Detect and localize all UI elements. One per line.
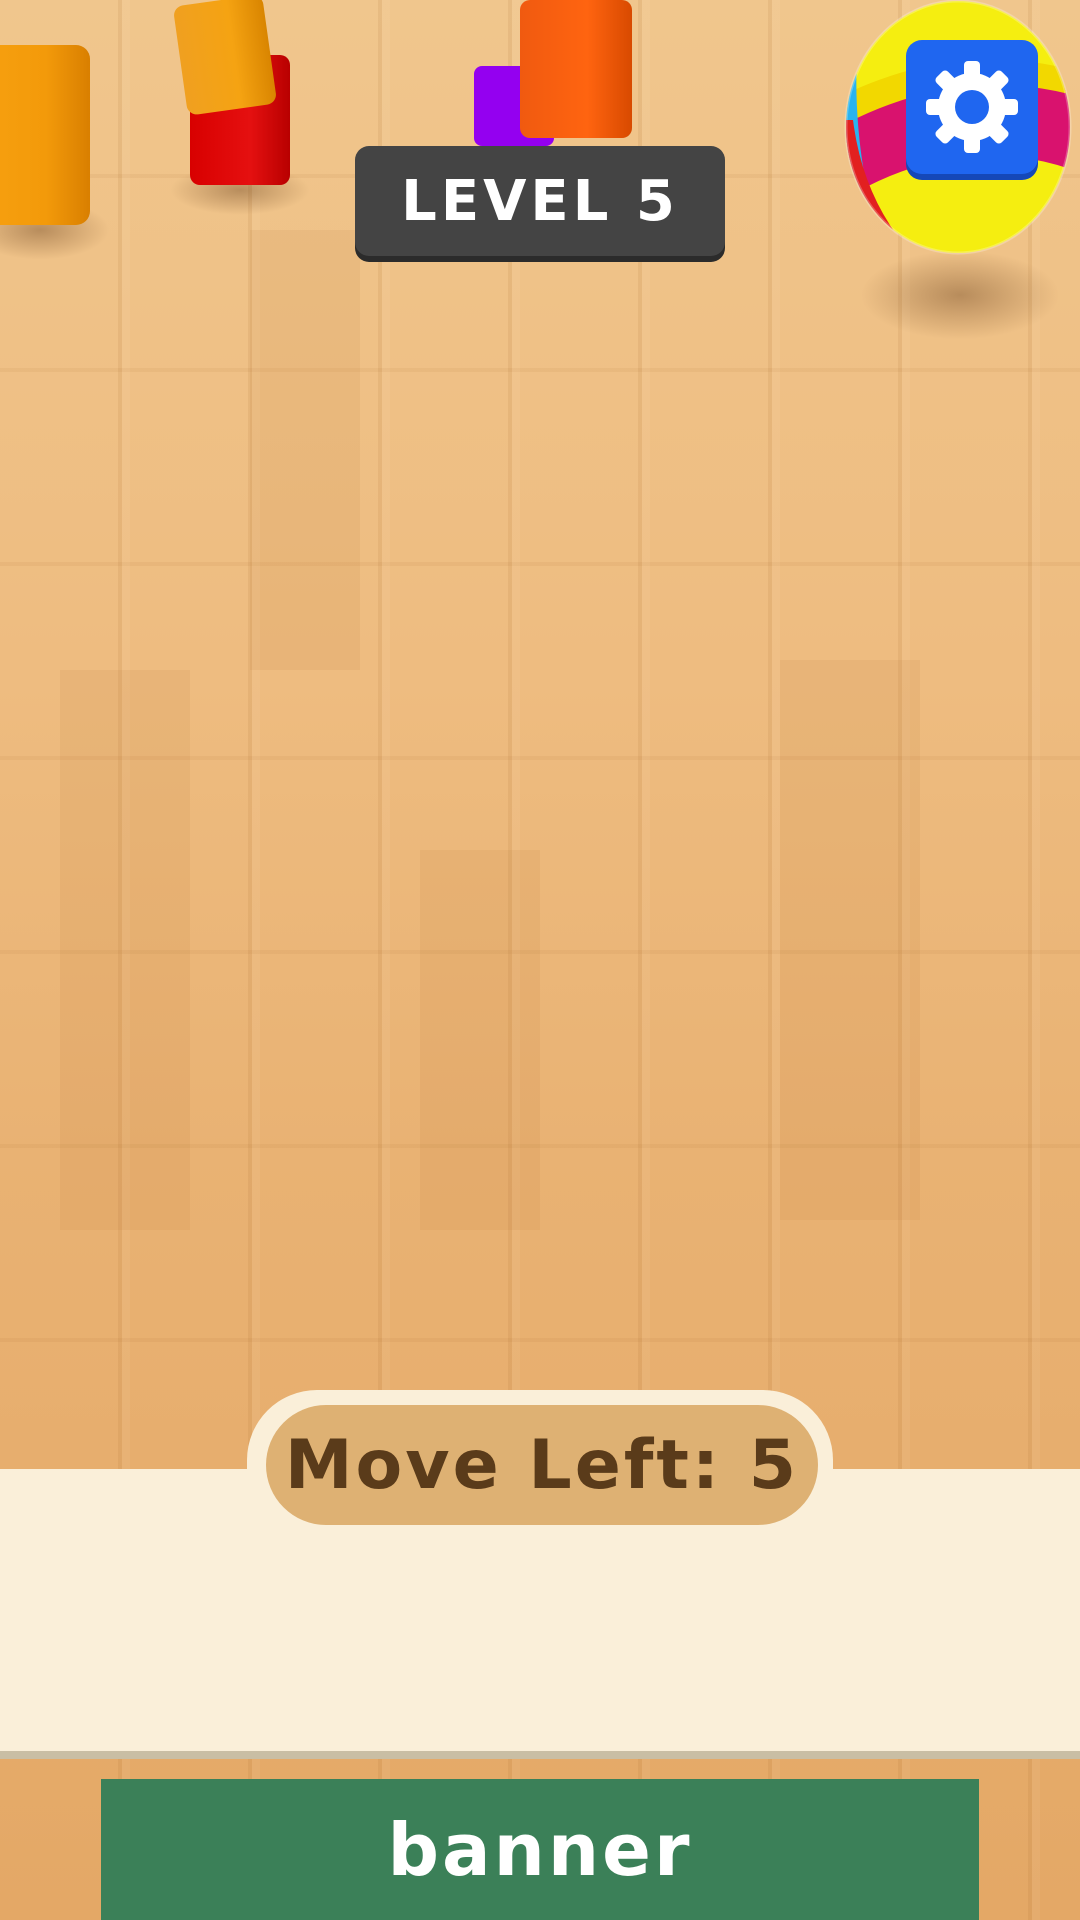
moves-left-label: Move Left: 5 bbox=[284, 1425, 800, 1505]
level-label: LEVEL 5 bbox=[401, 168, 679, 234]
settings-button[interactable] bbox=[906, 40, 1038, 174]
orange-stacked-block[interactable] bbox=[172, 0, 278, 116]
floor-plank bbox=[60, 670, 190, 1230]
banner-label: banner bbox=[387, 1807, 693, 1892]
moves-left-indicator: Move Left: 5 bbox=[266, 1405, 818, 1525]
ball-shadow bbox=[860, 250, 1060, 340]
floor-plank bbox=[420, 850, 540, 1230]
floor-plank bbox=[780, 660, 920, 1220]
ad-banner[interactable]: banner bbox=[101, 1779, 979, 1920]
orange-toy-block[interactable] bbox=[0, 45, 90, 225]
level-indicator: LEVEL 5 bbox=[355, 146, 725, 256]
floor-plank bbox=[250, 230, 360, 670]
gear-icon bbox=[926, 61, 1018, 153]
orange-red-toy-block[interactable] bbox=[520, 0, 632, 138]
